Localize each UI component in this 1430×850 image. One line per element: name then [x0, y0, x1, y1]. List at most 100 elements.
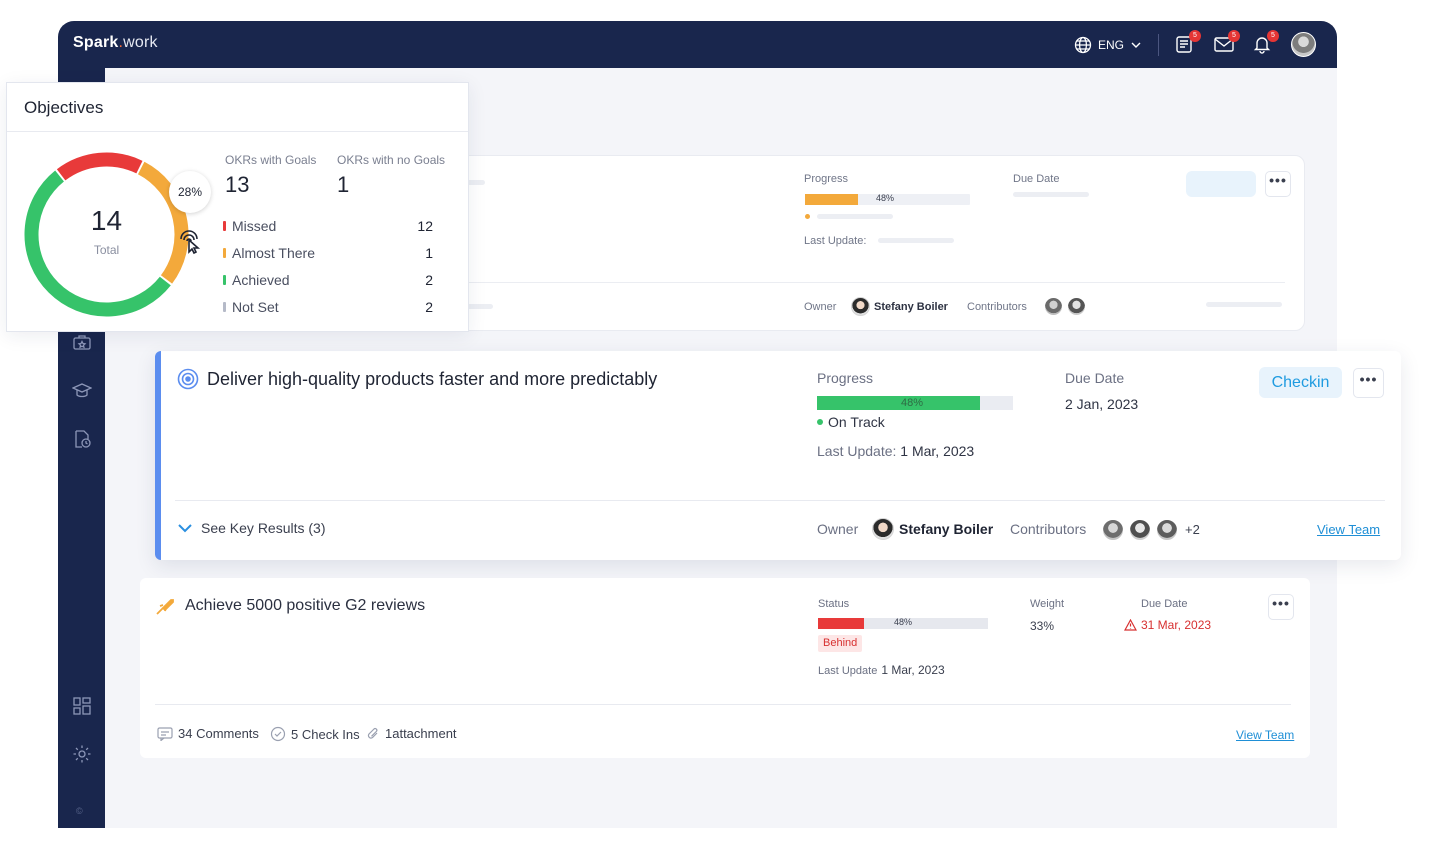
- check-circle-icon: [270, 726, 286, 742]
- more-options-button[interactable]: •••: [1265, 171, 1291, 197]
- attachment-link[interactable]: 1attachment: [366, 726, 457, 741]
- view-team-link[interactable]: View Team: [1236, 728, 1294, 742]
- language-selector[interactable]: ENG: [1074, 36, 1142, 54]
- owner-avatar: [851, 297, 870, 316]
- attachment-count: 1attachment: [385, 726, 457, 741]
- language-label: ENG: [1098, 38, 1125, 52]
- progress-bar: 48%: [818, 617, 988, 629]
- mail-button[interactable]: 5: [1213, 30, 1240, 56]
- navbar-divider: [1158, 34, 1159, 56]
- okrs-with-goals-label: OKRs with Goals: [225, 153, 317, 167]
- legend-label: Almost There: [232, 245, 315, 261]
- total-label: Total: [93, 243, 120, 257]
- progress-label: Progress: [804, 173, 849, 185]
- mail-badge: 5: [1228, 30, 1240, 42]
- legend-item-not-set[interactable]: Not Set 2: [223, 299, 433, 315]
- chevron-down-icon: [1131, 42, 1141, 48]
- pointer-cursor-icon: [180, 230, 201, 255]
- placeholder-line: [1013, 192, 1089, 197]
- notifications-button[interactable]: 5: [1252, 30, 1279, 56]
- status-dot: [805, 214, 810, 219]
- last-update-label: Last Update:: [804, 235, 867, 247]
- divider: [175, 500, 1385, 501]
- comments-count: 34 Comments: [178, 726, 259, 741]
- more-options-button[interactable]: •••: [1268, 594, 1294, 620]
- more-options-button[interactable]: •••: [1353, 368, 1384, 398]
- progress-bar: 48%: [817, 396, 1013, 410]
- legend-swatch: [223, 275, 226, 285]
- progress-percent: 48%: [894, 617, 913, 627]
- checkins-link[interactable]: 5 Check Ins: [270, 726, 360, 742]
- contributor-avatar: [1155, 518, 1179, 542]
- contributor-avatar: [1128, 518, 1152, 542]
- segment-percent-tooltip: 28%: [169, 171, 211, 213]
- legend-swatch: [223, 221, 226, 231]
- progress-bar: 48%: [805, 193, 970, 205]
- weight-value: 33%: [1030, 619, 1055, 633]
- graduation-cap-icon[interactable]: [72, 381, 92, 401]
- key-result-card[interactable]: Achieve 5000 positive G2 reviews Status …: [140, 578, 1310, 758]
- divider: [453, 282, 1285, 283]
- placeholder-line: [878, 238, 954, 243]
- total-count: 14: [90, 205, 123, 236]
- objectives-widget: Objectives 14 Total 28% OKRs with Goals …: [6, 82, 469, 332]
- due-date-value: 31 Mar, 2023: [1141, 618, 1212, 632]
- copyright-text: ©: [76, 806, 83, 816]
- view-team-link[interactable]: View Team: [1317, 522, 1380, 537]
- dashboard-grid-icon[interactable]: [72, 696, 92, 716]
- legend-count: 12: [417, 218, 433, 234]
- legend-label: Missed: [232, 218, 277, 234]
- divider: [7, 131, 468, 132]
- last-update-value: 1 Mar, 2023: [900, 443, 975, 459]
- notes-button[interactable]: 5: [1174, 30, 1201, 56]
- due-date-overdue: 31 Mar, 2023: [1124, 618, 1211, 632]
- okrs-no-goals-label: OKRs with no Goals: [337, 153, 446, 167]
- objective-card[interactable]: Deliver high-quality products faster and…: [155, 351, 1401, 560]
- comments-link[interactable]: 34 Comments: [157, 726, 259, 741]
- chevron-down-icon: [178, 524, 192, 533]
- user-avatar[interactable]: [1291, 32, 1316, 57]
- comment-icon: [157, 726, 173, 741]
- okrs-no-goals-value: 1: [337, 172, 350, 197]
- last-update-label: Last Update:: [817, 443, 897, 459]
- document-clock-icon[interactable]: [72, 429, 92, 449]
- checkins-count: 5 Check Ins: [291, 726, 360, 742]
- warning-icon: [1124, 619, 1137, 631]
- progress-percent: 48%: [876, 193, 895, 203]
- legend-swatch: [223, 248, 226, 258]
- status-dot: [817, 419, 823, 425]
- contributors-label: Contributors: [1010, 521, 1087, 537]
- notes-badge: 5: [1189, 30, 1201, 42]
- key-result-title[interactable]: Achieve 5000 positive G2 reviews: [185, 597, 425, 615]
- legend-item-almost-there[interactable]: Almost There 1: [223, 245, 433, 261]
- more-contributors-count[interactable]: +2: [1185, 522, 1200, 537]
- checkin-button[interactable]: Checkin: [1259, 367, 1342, 398]
- contributor-avatar: [1067, 297, 1086, 316]
- paperclip-icon: [367, 727, 378, 739]
- donut-segment-missed[interactable]: [56, 152, 143, 181]
- placeholder-line: [817, 214, 893, 219]
- owner-label: Owner: [804, 301, 837, 313]
- progress-percent: 48%: [901, 397, 924, 409]
- legend-item-missed[interactable]: Missed 12: [223, 218, 433, 234]
- last-update-value: 1 Mar, 2023: [881, 663, 945, 677]
- weight-label: Weight: [1030, 598, 1065, 610]
- last-update: Last Update 1 Mar, 2023: [818, 663, 945, 677]
- placeholder-line: [1206, 302, 1282, 307]
- objective-title[interactable]: Deliver high-quality products faster and…: [207, 369, 657, 390]
- due-date-value: 2 Jan, 2023: [1065, 396, 1139, 412]
- briefcase-star-icon[interactable]: [72, 332, 92, 352]
- status-badge: Behind: [818, 635, 863, 652]
- progress-fill: [817, 396, 980, 410]
- divider: [155, 704, 1291, 705]
- see-key-results-toggle[interactable]: See Key Results (3): [177, 520, 326, 536]
- settings-gear-icon[interactable]: [72, 744, 92, 764]
- legend-label: Achieved: [232, 272, 290, 288]
- checkin-button-placeholder[interactable]: [1186, 171, 1256, 197]
- legend-item-achieved[interactable]: Achieved 2: [223, 272, 433, 288]
- owner-avatar: [872, 518, 894, 540]
- progress-fill: [805, 194, 858, 205]
- last-update: Last Update: 1 Mar, 2023: [817, 443, 974, 459]
- spark-work-logo[interactable]: Spark.work: [73, 34, 158, 52]
- rocket-icon: [156, 599, 174, 615]
